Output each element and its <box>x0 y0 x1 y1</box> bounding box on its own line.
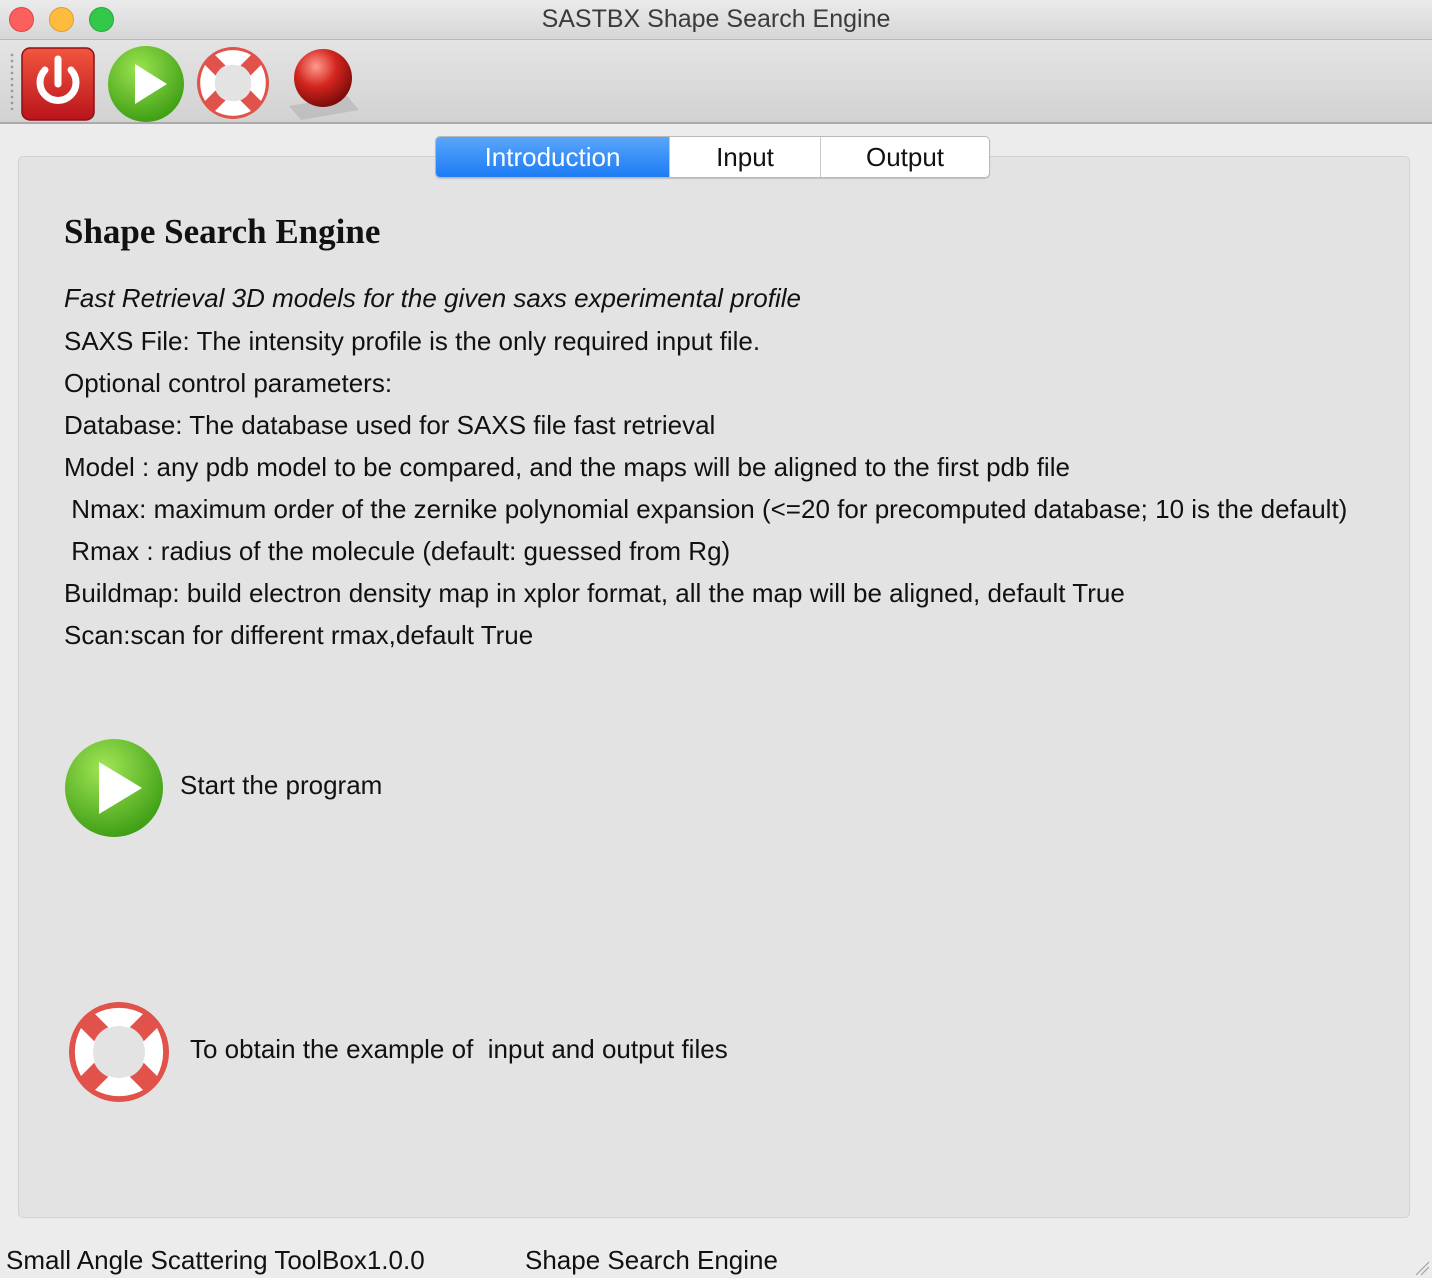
intro-line: Scan:scan for different rmax,default Tru… <box>64 620 534 650</box>
power-icon <box>21 47 95 121</box>
play-icon <box>108 46 184 122</box>
title-bar[interactable]: SASTBX Shape Search Engine <box>0 0 1432 40</box>
example-files-label: To obtain the example of input and outpu… <box>190 1034 728 1064</box>
tab-introduction[interactable]: Introduction <box>436 137 670 177</box>
lifebuoy-icon <box>197 47 269 119</box>
sphere-button[interactable] <box>283 44 363 122</box>
intro-subtitle: Fast Retrieval 3D models for the given s… <box>64 283 801 313</box>
status-left: Small Angle Scattering ToolBox1.0.0 <box>6 1245 425 1275</box>
lifebuoy-icon <box>69 1002 169 1102</box>
start-program-button[interactable] <box>62 737 166 841</box>
help-button[interactable] <box>193 44 273 122</box>
resize-grip-icon[interactable] <box>1414 1260 1430 1276</box>
intro-line: Buildmap: build electron density map in … <box>64 578 1125 608</box>
red-sphere-icon <box>289 49 359 120</box>
intro-line: SAXS File: The intensity profile is the … <box>64 326 761 356</box>
start-program-label: Start the program <box>180 770 383 800</box>
page-title: Shape Search Engine <box>64 212 381 251</box>
play-icon <box>65 739 163 837</box>
app-window: SASTBX Shape Search Engine Introduction … <box>0 0 1432 1278</box>
toolbar-grip[interactable] <box>9 52 15 110</box>
window-title: SASTBX Shape Search Engine <box>541 5 891 33</box>
status-right: Shape Search Engine <box>525 1245 778 1275</box>
tab-output[interactable]: Output <box>821 137 989 177</box>
tab-input[interactable]: Input <box>670 137 821 177</box>
intro-line: Optional control parameters: <box>64 368 393 398</box>
tab-bar: Introduction Input Output <box>435 136 990 178</box>
intro-line: Model : any pdb model to be compared, an… <box>64 452 1070 482</box>
toolbar <box>0 40 1432 124</box>
quit-button[interactable] <box>18 44 98 122</box>
intro-line: Rmax : radius of the molecule (default: … <box>64 536 731 566</box>
run-button[interactable] <box>105 44 185 122</box>
intro-line: Database: The database used for SAXS fil… <box>64 410 716 440</box>
example-files-button[interactable] <box>66 999 172 1105</box>
intro-line: Nmax: maximum order of the zernike polyn… <box>64 494 1348 524</box>
